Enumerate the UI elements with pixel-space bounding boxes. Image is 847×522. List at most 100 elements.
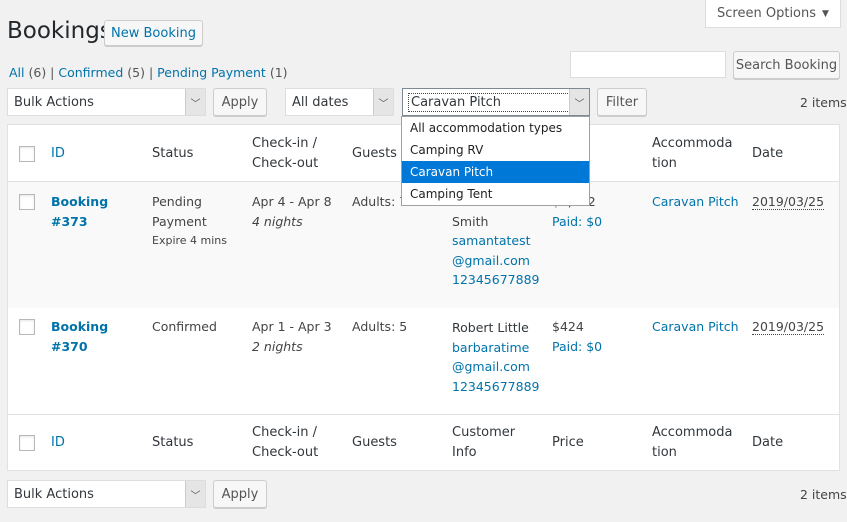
column-price: Price xyxy=(552,435,584,450)
date: 2019/03/25 xyxy=(752,317,825,337)
label: Customer xyxy=(452,425,516,440)
select-all-checkbox[interactable] xyxy=(19,435,35,451)
filter-all[interactable]: All xyxy=(9,65,25,80)
new-booking-button[interactable]: New Booking xyxy=(104,20,203,46)
checkin: Apr 1 - Apr 3 2 nights xyxy=(252,317,332,356)
label: 2019/03/25 xyxy=(752,319,825,335)
select-value: All dates xyxy=(292,94,349,110)
status-filter-links: All (6) | Confirmed (5) | Pending Paymen… xyxy=(9,65,288,80)
filter-button[interactable]: Filter xyxy=(597,88,647,116)
label: #370 xyxy=(51,338,88,354)
apply-button-bottom[interactable]: Apply xyxy=(213,480,267,508)
label: #373 xyxy=(51,213,88,229)
option-caravan-pitch[interactable]: Caravan Pitch xyxy=(402,161,589,183)
customer-info: SamantaSmithsamantatest@gmail.com1234567… xyxy=(452,192,539,290)
bulk-actions-select-bottom[interactable]: Bulk Actions ﹀ xyxy=(7,480,206,508)
label: $424 xyxy=(552,319,584,334)
label: barbaratime xyxy=(452,339,530,355)
label: @gmail.com xyxy=(452,359,530,374)
email-link[interactable]: barbaratime @gmail.com xyxy=(452,338,539,377)
column-guests: Guests xyxy=(352,146,397,161)
label: Check-in / xyxy=(252,136,318,151)
column-accommodation: Accommoda tion xyxy=(652,423,732,463)
count: (6) xyxy=(28,65,47,80)
items-count-bottom: 2 items xyxy=(800,487,847,502)
paid-link[interactable]: Paid: $0 xyxy=(552,339,602,354)
paid-link[interactable]: Paid: $0 xyxy=(552,214,602,229)
label: @gmail.com xyxy=(452,252,530,268)
column-customer: Customer Info xyxy=(452,423,515,463)
select-value: Bulk Actions xyxy=(14,486,94,502)
column-id[interactable]: ID xyxy=(51,144,65,164)
table-row: Booking #370 Confirmed Apr 1 - Apr 3 2 nig… xyxy=(8,308,839,415)
expire-note: Expire 4 mins xyxy=(152,234,228,247)
status: Confirmed xyxy=(152,319,217,334)
bulk-actions-select[interactable]: Bulk Actions ﹀ xyxy=(7,88,206,116)
nights: 2 nights xyxy=(252,338,303,354)
phone-link[interactable]: 12345677889 xyxy=(452,272,539,287)
accommodation-select[interactable]: Caravan Pitch ﹀ xyxy=(402,88,590,116)
label: Accommoda xyxy=(652,425,733,440)
option-camping-rv[interactable]: Camping RV xyxy=(402,139,589,161)
dates-select[interactable]: All dates ﹀ xyxy=(285,88,394,116)
label: Check-out xyxy=(252,445,319,460)
filter-pending[interactable]: Pending Payment xyxy=(157,65,266,80)
column-status: Status xyxy=(152,435,194,450)
column-checkin: Check-in / Check-out xyxy=(252,134,318,174)
chevron-down-icon: ﹀ xyxy=(569,89,589,115)
screen-options-button[interactable]: Screen Options ▼ xyxy=(705,0,841,28)
status: Pending Payment Expire 4 mins xyxy=(152,192,227,251)
column-checkin: Check-in / Check-out xyxy=(252,423,318,463)
label: Info xyxy=(452,445,477,460)
label: tion xyxy=(652,445,677,460)
filter-confirmed[interactable]: Confirmed xyxy=(58,65,123,80)
row-checkbox[interactable] xyxy=(19,194,35,210)
column-date: Date xyxy=(752,146,784,161)
column-id[interactable]: ID xyxy=(51,433,65,453)
row-checkbox[interactable] xyxy=(19,319,35,335)
chevron-down-icon: ﹀ xyxy=(185,481,205,507)
search-input[interactable] xyxy=(570,51,726,78)
select-value: Caravan Pitch xyxy=(408,92,570,112)
column-accommodation: Accommoda tion xyxy=(652,134,732,174)
select-all-checkbox[interactable] xyxy=(19,146,35,162)
label: Check-out xyxy=(252,156,319,171)
option-camping-tent[interactable]: Camping Tent xyxy=(402,183,589,205)
option-all-types[interactable]: All accommodation types xyxy=(402,117,589,139)
date: 2019/03/25 xyxy=(752,192,825,212)
label: Booking xyxy=(51,319,109,334)
email-link[interactable]: samantatest @gmail.com xyxy=(452,231,539,270)
label: Booking xyxy=(51,194,109,209)
nights: 4 nights xyxy=(252,213,303,229)
label: Apr 1 - Apr 3 xyxy=(252,319,332,334)
column-status: Status xyxy=(152,146,194,161)
accommodation-link[interactable]: Caravan Pitch xyxy=(652,317,739,337)
count: (1) xyxy=(269,65,288,80)
booking-link[interactable]: Booking #373 xyxy=(51,192,108,231)
label: Apr 4 - Apr 8 xyxy=(252,194,332,209)
select-value: Bulk Actions xyxy=(14,94,94,110)
label: Accommoda xyxy=(652,136,733,151)
column-date: Date xyxy=(752,435,784,450)
price: $424 Paid: $0 xyxy=(552,317,602,356)
label: Payment xyxy=(152,213,207,229)
column-guests: Guests xyxy=(352,435,397,450)
label: Robert Little xyxy=(452,320,529,335)
search-booking-button[interactable]: Search Booking xyxy=(733,51,840,79)
booking-link[interactable]: Booking #370 xyxy=(51,317,108,356)
phone-link[interactable]: 12345677889 xyxy=(452,379,539,394)
checkin: Apr 4 - Apr 8 4 nights xyxy=(252,192,332,231)
label: tion xyxy=(652,156,677,171)
table-footer: ID Status Check-in / Check-out Guests Cus… xyxy=(8,415,839,471)
chevron-down-icon: ﹀ xyxy=(373,89,393,115)
items-count: 2 items xyxy=(800,95,847,110)
guests: Adults: 5 xyxy=(352,319,408,334)
accommodation-link[interactable]: Caravan Pitch xyxy=(652,192,739,212)
accommodation-dropdown-list: All accommodation types Camping RV Carav… xyxy=(401,116,590,206)
label: Check-in / xyxy=(252,425,318,440)
label: 2019/03/25 xyxy=(752,194,825,210)
apply-button[interactable]: Apply xyxy=(213,88,267,116)
customer-info: Robert Little barbaratime @gmail.com 123456… xyxy=(452,318,539,396)
screen-options-label: Screen Options xyxy=(717,6,817,21)
chevron-down-icon: ﹀ xyxy=(185,89,205,115)
